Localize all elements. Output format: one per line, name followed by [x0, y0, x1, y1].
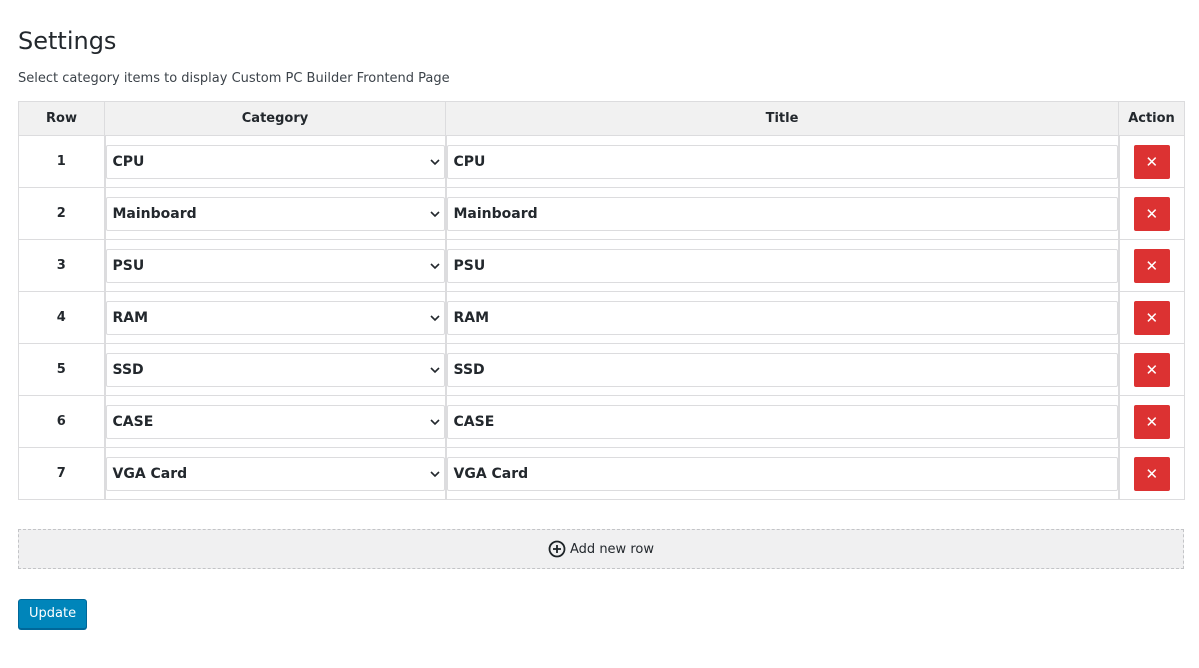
category-cell: RAM: [104, 291, 447, 344]
category-cell: CASE: [104, 395, 447, 448]
title-cell: CASE: [445, 395, 1120, 448]
chevron-down-icon: [429, 314, 440, 321]
title-cell: VGA Card: [445, 447, 1120, 500]
delete-row-button[interactable]: ✕: [1133, 456, 1170, 491]
chevron-down-icon: [429, 210, 440, 217]
action-cell: ✕: [1118, 447, 1185, 500]
delete-row-button[interactable]: ✕: [1133, 248, 1170, 283]
delete-row-button[interactable]: ✕: [1133, 144, 1170, 179]
delete-row-button[interactable]: ✕: [1133, 404, 1170, 439]
table-header-row: Row Category Title Action: [18, 101, 1185, 136]
category-select-value: CASE: [112, 413, 154, 430]
update-button[interactable]: Update: [18, 599, 88, 629]
category-cell: VGA Card: [104, 447, 447, 500]
category-select-value: SSD: [112, 361, 144, 378]
close-icon: ✕: [1145, 464, 1159, 483]
table-row: 2 Mainboard Mainboard ✕: [18, 187, 1185, 240]
page-subtitle: Select category items to display Custom …: [18, 71, 450, 86]
delete-row-button[interactable]: ✕: [1133, 300, 1170, 335]
action-cell: ✕: [1118, 135, 1185, 188]
title-input[interactable]: CASE: [446, 404, 1118, 439]
category-select-value: Mainboard: [112, 205, 197, 222]
chevron-down-icon: [429, 262, 440, 269]
chevron-down-icon: [429, 418, 440, 425]
category-table: Row Category Title Action 1 CPU CPU ✕ 2: [18, 101, 1185, 500]
table-row: 6 CASE CASE ✕: [18, 395, 1185, 448]
table-row: 5 SSD SSD ✕: [18, 343, 1185, 396]
row-number: 4: [18, 291, 106, 344]
header-category: Category: [104, 101, 446, 136]
title-cell: RAM: [445, 291, 1120, 344]
category-select[interactable]: PSU: [105, 248, 445, 283]
category-select[interactable]: CASE: [105, 404, 445, 439]
row-number: 6: [18, 395, 106, 448]
row-number: 5: [18, 343, 106, 396]
close-icon: ✕: [1145, 204, 1159, 223]
close-icon: ✕: [1145, 308, 1159, 327]
category-cell: SSD: [104, 343, 447, 396]
category-select-value: CPU: [112, 153, 145, 170]
category-select[interactable]: RAM: [105, 300, 445, 335]
action-cell: ✕: [1118, 239, 1185, 292]
header-title: Title: [445, 101, 1119, 136]
row-number: 2: [18, 187, 106, 240]
row-number: 3: [18, 239, 106, 292]
chevron-down-icon: [429, 470, 440, 477]
chevron-down-icon: [429, 366, 440, 373]
row-number: 1: [18, 135, 106, 188]
close-icon: ✕: [1145, 412, 1159, 431]
category-select[interactable]: SSD: [105, 352, 445, 387]
category-select-value: VGA Card: [112, 465, 188, 482]
chevron-down-icon: [429, 158, 440, 165]
close-icon: ✕: [1145, 256, 1159, 275]
delete-row-button[interactable]: ✕: [1133, 196, 1170, 231]
page-title: Settings: [18, 27, 117, 55]
delete-row-button[interactable]: ✕: [1133, 352, 1170, 387]
add-new-row-label: Add new row: [570, 541, 654, 557]
table-row: 1 CPU CPU ✕: [18, 135, 1185, 188]
title-input[interactable]: RAM: [446, 300, 1118, 335]
plus-circle-icon: [548, 540, 566, 558]
table-row: 3 PSU PSU ✕: [18, 239, 1185, 292]
category-select-value: RAM: [112, 309, 149, 326]
category-cell: PSU: [104, 239, 447, 292]
title-input[interactable]: CPU: [446, 144, 1118, 179]
category-select-value: PSU: [112, 257, 145, 274]
title-input[interactable]: SSD: [446, 352, 1118, 387]
title-cell: PSU: [445, 239, 1120, 292]
title-input[interactable]: PSU: [446, 248, 1118, 283]
table-row: 7 VGA Card VGA Card ✕: [18, 447, 1185, 500]
category-select[interactable]: CPU: [105, 144, 445, 179]
action-cell: ✕: [1118, 395, 1185, 448]
close-icon: ✕: [1145, 360, 1159, 379]
header-row: Row: [18, 101, 105, 136]
category-cell: Mainboard: [104, 187, 447, 240]
header-action: Action: [1118, 101, 1185, 136]
close-icon: ✕: [1145, 152, 1159, 171]
row-number: 7: [18, 447, 106, 500]
table-row: 4 RAM RAM ✕: [18, 291, 1185, 344]
category-select[interactable]: Mainboard: [105, 196, 445, 231]
action-cell: ✕: [1118, 291, 1185, 344]
add-new-row-button[interactable]: Add new row: [18, 529, 1184, 569]
title-cell: CPU: [445, 135, 1120, 188]
table-body: 1 CPU CPU ✕ 2 Mainboard Mainboard ✕ 3 PS…: [18, 135, 1185, 500]
title-input[interactable]: VGA Card: [446, 456, 1118, 491]
title-cell: SSD: [445, 343, 1120, 396]
action-cell: ✕: [1118, 343, 1185, 396]
title-cell: Mainboard: [445, 187, 1120, 240]
category-cell: CPU: [104, 135, 447, 188]
category-select[interactable]: VGA Card: [105, 456, 445, 491]
title-input[interactable]: Mainboard: [446, 196, 1118, 231]
action-cell: ✕: [1118, 187, 1185, 240]
